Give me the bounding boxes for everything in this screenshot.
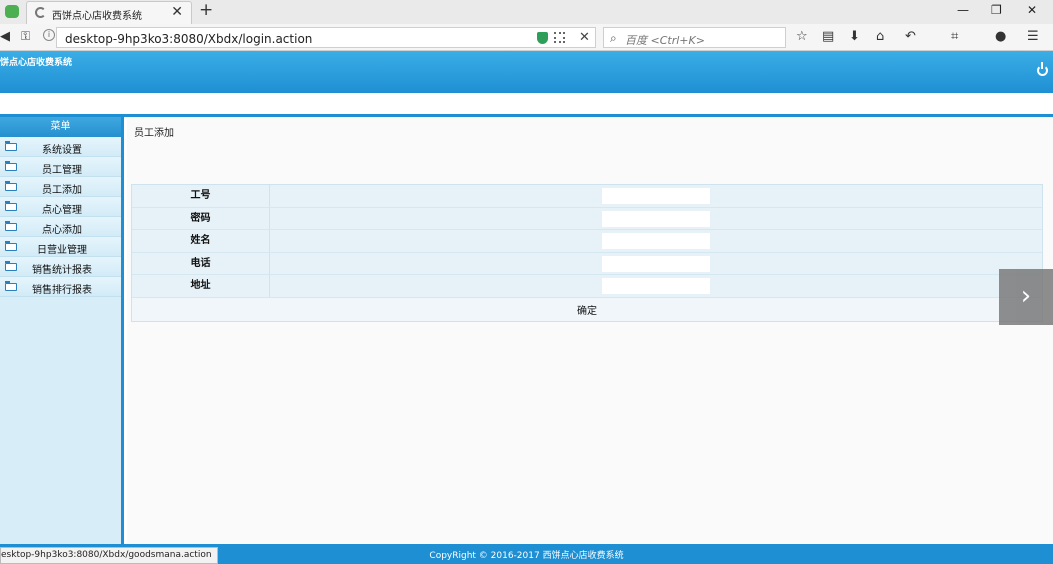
back-arrow-icon[interactable]: ◀ — [0, 29, 10, 44]
employee-id-input[interactable] — [602, 188, 710, 204]
form-row-address: 地址 — [132, 275, 1042, 298]
chat-icon[interactable]: ● — [995, 29, 1006, 44]
crop-icon[interactable]: ⌗ — [951, 29, 958, 44]
clear-url-icon[interactable]: ✕ — [579, 30, 590, 45]
shield-icon[interactable] — [537, 32, 548, 44]
browser-tab[interactable]: 西饼点心店收费系统 ✕ — [26, 1, 192, 24]
search-box[interactable]: ⌕ 百度 <Ctrl+K> — [603, 27, 786, 48]
form-row-employee-id: 工号 — [132, 185, 1042, 208]
home-icon[interactable]: ⌂ — [876, 29, 884, 44]
loading-icon — [35, 7, 46, 18]
form-row-name: 姓名 — [132, 230, 1042, 253]
sidebar-item-label[interactable]: 员工添加 — [0, 181, 124, 196]
menu-icon[interactable]: ☰ — [1027, 29, 1039, 44]
status-bar-url: esktop-9hp3ko3:8080/Xbdx/goodsmana.actio… — [0, 547, 218, 564]
confirm-button[interactable]: 确定 — [132, 298, 1042, 321]
reading-list-icon[interactable]: ▤ — [822, 29, 834, 44]
form-row-phone: 电话 — [132, 252, 1042, 276]
sidebar-item-sales-ranking[interactable]: 销售排行报表 — [0, 277, 121, 297]
tab-close-icon[interactable]: ✕ — [171, 4, 183, 20]
form-submit-row: 确定 — [132, 297, 1042, 321]
bookmark-star-icon[interactable]: ☆ — [796, 29, 808, 44]
sidebar-item-employee-management[interactable]: 员工管理 — [0, 157, 121, 177]
undo-icon[interactable]: ↶ — [905, 29, 916, 44]
tab-title: 西饼点心店收费系统 — [52, 11, 142, 22]
maximize-button[interactable]: ❐ — [991, 3, 1002, 17]
sidebar-item-daily-business[interactable]: 日营业管理 — [0, 237, 121, 257]
employee-id-label: 工号 — [132, 185, 270, 207]
sidebar-item-system-settings[interactable]: 系统设置 — [0, 137, 121, 157]
phone-input[interactable] — [602, 255, 710, 272]
app-subbar — [0, 93, 1053, 117]
sidebar-item-snack-management[interactable]: 点心管理 — [0, 197, 121, 217]
window-close-button[interactable]: ✕ — [1027, 3, 1037, 17]
main-content: 员工添加 工号 密码 姓名 电话 地址 确定 — [127, 117, 1053, 544]
password-label: 密码 — [132, 207, 270, 230]
address-input[interactable] — [602, 278, 710, 295]
browser-nav-bar: ◀ ⚿ i desktop-9hp3ko3:8080/Xbdx/login.ac… — [0, 24, 1053, 51]
phone-label: 电话 — [132, 252, 270, 275]
sidebar: 菜单 系统设置 员工管理 员工添加 点心管理 点心添加 日营业管理 销售统计报表… — [0, 117, 124, 544]
password-input[interactable] — [602, 210, 710, 227]
minimize-button[interactable]: — — [957, 3, 969, 17]
sidebar-item-label[interactable]: 日营业管理 — [0, 241, 124, 256]
sidebar-item-label[interactable]: 销售统计报表 — [0, 261, 124, 276]
name-input[interactable] — [602, 233, 710, 250]
address-label: 地址 — [132, 275, 270, 297]
url-text[interactable]: desktop-9hp3ko3:8080/Xbdx/login.action — [65, 32, 312, 46]
new-tab-button[interactable]: + — [199, 0, 213, 20]
sidebar-item-label[interactable]: 销售排行报表 — [0, 281, 124, 296]
name-label: 姓名 — [132, 230, 270, 252]
app-header: 饼点心店收费系统 — [0, 51, 1053, 93]
info-icon[interactable]: i — [43, 29, 55, 41]
search-icon: ⌕ — [610, 31, 617, 45]
form-row-password: 密码 — [132, 207, 1042, 231]
power-icon[interactable] — [1037, 62, 1048, 76]
sidebar-item-label[interactable]: 点心管理 — [0, 201, 124, 216]
url-bar[interactable]: desktop-9hp3ko3:8080/Xbdx/login.action ✕ — [56, 27, 596, 48]
wechat-icon — [5, 5, 19, 18]
sidebar-item-sales-statistics[interactable]: 销售统计报表 — [0, 257, 121, 277]
browser-tab-strip: 西饼点心店收费系统 ✕ + — ❐ ✕ — [0, 0, 1053, 24]
search-placeholder: 百度 <Ctrl+K> — [625, 34, 705, 47]
menu-header: 菜单 — [0, 117, 121, 137]
sidebar-item-snack-add[interactable]: 点心添加 — [0, 217, 121, 237]
breadcrumb: 员工添加 — [134, 128, 174, 139]
sidebar-item-label[interactable]: 系统设置 — [0, 141, 124, 156]
sidebar-item-employee-add[interactable]: 员工添加 — [0, 177, 121, 197]
download-icon[interactable]: ⬇ — [849, 29, 860, 44]
employee-form: 工号 密码 姓名 电话 地址 确定 — [131, 184, 1043, 322]
app-title: 饼点心店收费系统 — [0, 58, 73, 68]
key-icon[interactable]: ⚿ — [21, 29, 30, 44]
sidebar-item-label[interactable]: 员工管理 — [0, 161, 124, 176]
sidebar-item-label[interactable]: 点心添加 — [0, 221, 124, 236]
qr-code-icon[interactable] — [554, 32, 565, 43]
next-arrow-icon[interactable]: › — [999, 269, 1053, 325]
